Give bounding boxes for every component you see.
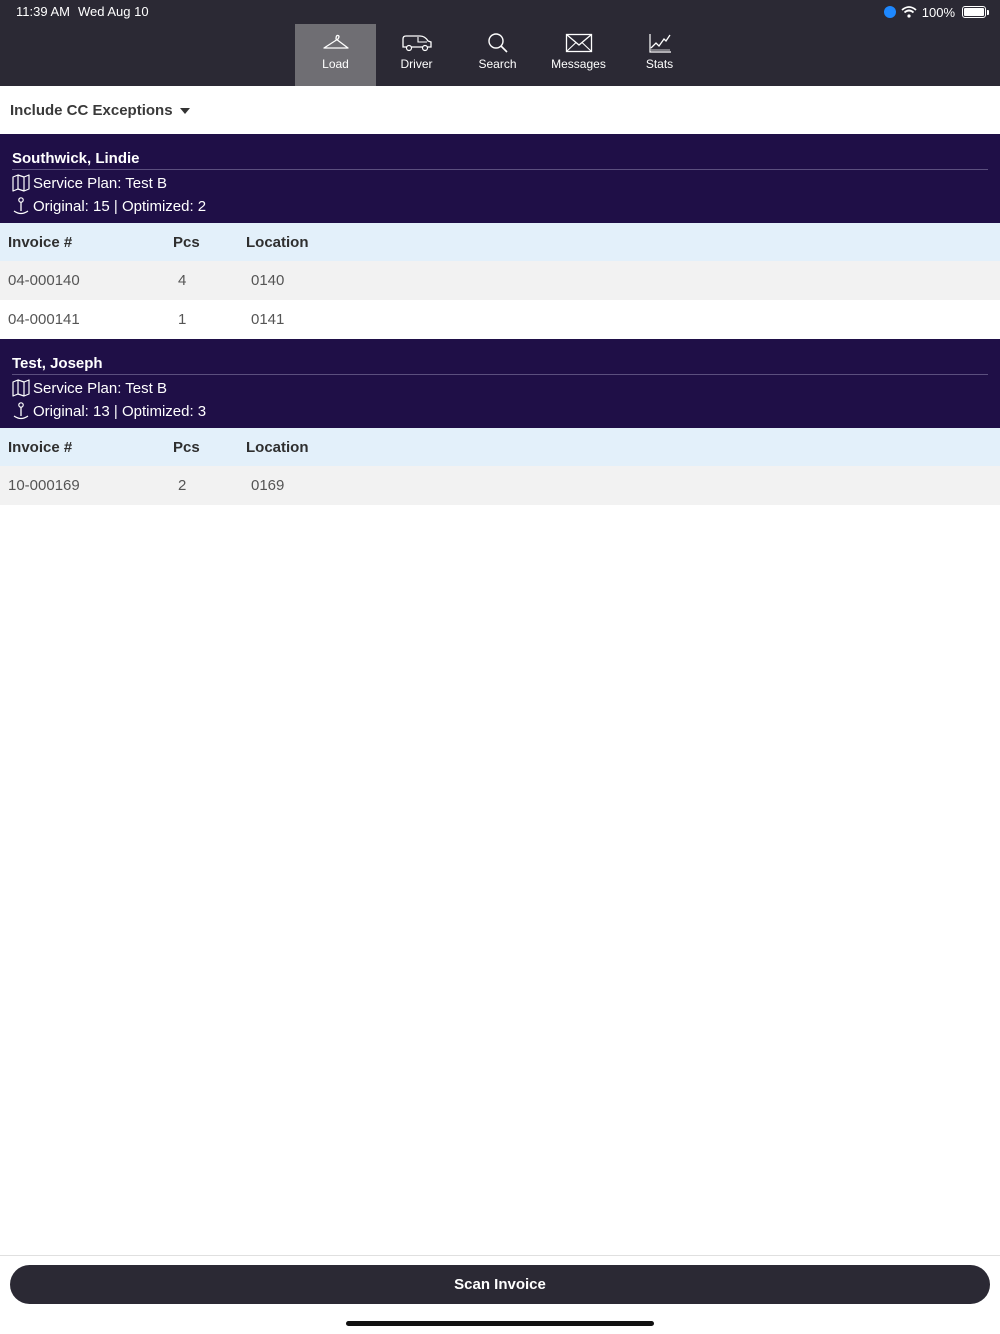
column-location: Location	[246, 439, 309, 456]
search-icon	[487, 33, 508, 53]
table-row[interactable]: 04-000141 1 0141	[0, 300, 1000, 339]
tab-load-label: Load	[322, 57, 349, 71]
chart-icon	[648, 34, 671, 53]
column-invoice: Invoice #	[8, 234, 73, 251]
tab-load[interactable]: Load	[295, 24, 376, 86]
location-code: 0169	[251, 477, 285, 494]
caret-down-icon	[179, 107, 190, 114]
route-order-text: Original: 15 | Optimized: 2	[33, 197, 207, 215]
status-date: Wed Aug 10	[78, 4, 149, 19]
tab-search[interactable]: Search	[457, 24, 538, 86]
column-invoice: Invoice #	[8, 439, 73, 456]
location-icon	[883, 6, 896, 18]
tab-messages-label: Messages	[551, 57, 606, 71]
customer-name: Southwick, Lindie	[12, 150, 140, 167]
pieces-count: 4	[178, 272, 187, 289]
invoice-number: 04-000141	[8, 311, 80, 328]
cc-exceptions-filter-dropdown[interactable]: Include CC Exceptions	[10, 102, 190, 119]
invoice-number: 04-000140	[8, 272, 80, 289]
service-plan-line: Service Plan: Test B	[12, 379, 167, 397]
table-row[interactable]: 10-000169 2 0169	[0, 466, 1000, 505]
customer-header[interactable]: Test, Joseph Service Plan: Test B Origin…	[0, 339, 1000, 428]
home-indicator[interactable]	[346, 1321, 654, 1326]
status-time: 11:39 AM	[16, 4, 70, 19]
customer-group: Southwick, Lindie Service Plan: Test B O…	[0, 134, 1000, 339]
envelope-icon	[565, 33, 592, 53]
column-location: Location	[246, 234, 309, 251]
map-icon	[12, 379, 30, 397]
tab-stats[interactable]: Stats	[619, 24, 700, 86]
customer-group: Test, Joseph Service Plan: Test B Origin…	[0, 339, 1000, 505]
route-order-line: Original: 13 | Optimized: 3	[12, 402, 206, 420]
location-code: 0140	[251, 272, 285, 289]
location-code: 0141	[251, 311, 285, 328]
route-order-text: Original: 13 | Optimized: 3	[33, 402, 207, 420]
tab-search-label: Search	[478, 57, 517, 71]
column-pcs: Pcs	[173, 439, 200, 456]
filter-label: Include CC Exceptions	[10, 102, 173, 119]
table-header: Invoice # Pcs Location	[0, 428, 1000, 466]
pieces-count: 2	[178, 477, 187, 494]
wifi-icon	[901, 6, 917, 18]
hanger-icon	[322, 34, 349, 49]
status-indicators: 100%	[883, 3, 989, 21]
service-plan-line: Service Plan: Test B	[12, 174, 167, 192]
header-divider	[12, 169, 988, 170]
tab-messages[interactable]: Messages	[538, 24, 619, 86]
customer-header[interactable]: Southwick, Lindie Service Plan: Test B O…	[0, 134, 1000, 223]
service-plan-text: Service Plan: Test B	[33, 379, 167, 397]
top-navigation-bar: 11:39 AM Wed Aug 10 100% Load Driver Sea…	[0, 0, 1000, 86]
van-icon	[401, 35, 432, 52]
column-pcs: Pcs	[173, 234, 200, 251]
route-pin-icon	[13, 402, 29, 420]
route-pin-icon	[13, 197, 29, 215]
map-icon	[12, 174, 30, 192]
battery-percent: 100%	[921, 4, 955, 20]
scan-invoice-button[interactable]: Scan Invoice	[10, 1265, 990, 1304]
bottom-divider	[0, 1255, 1000, 1256]
tab-driver-label: Driver	[400, 57, 433, 71]
route-order-line: Original: 15 | Optimized: 2	[12, 197, 206, 215]
tab-stats-label: Stats	[645, 57, 674, 71]
pieces-count: 1	[178, 311, 187, 328]
invoice-number: 10-000169	[8, 477, 80, 494]
customer-name: Test, Joseph	[12, 355, 103, 372]
table-row[interactable]: 04-000140 4 0140	[0, 261, 1000, 300]
battery-icon	[962, 6, 989, 18]
tab-driver[interactable]: Driver	[376, 24, 457, 86]
table-header: Invoice # Pcs Location	[0, 223, 1000, 261]
header-divider	[12, 374, 988, 375]
service-plan-text: Service Plan: Test B	[33, 174, 167, 192]
scan-invoice-label: Scan Invoice	[454, 1276, 546, 1293]
